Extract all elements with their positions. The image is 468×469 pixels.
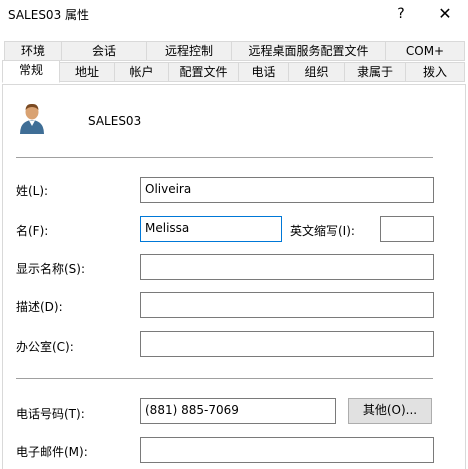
tab-member-of[interactable]: 隶属于 (344, 62, 406, 82)
email-label: 电子邮件(M): (16, 445, 88, 459)
tab-profile[interactable]: 配置文件 (168, 62, 239, 82)
office-field[interactable] (140, 331, 434, 357)
help-button[interactable]: ? (384, 0, 418, 30)
user-icon (20, 103, 44, 134)
phone-label: 电话号码(T): (16, 407, 85, 421)
separator (16, 378, 433, 379)
office-label: 办公室(C): (16, 340, 74, 354)
separator (16, 157, 433, 158)
description-label: 描述(D): (16, 300, 63, 314)
first-name-label: 名(F): (16, 224, 49, 238)
phone-field[interactable]: (881) 885-7069 (140, 398, 336, 424)
display-name-label: 显示名称(S): (16, 262, 86, 276)
initials-field[interactable] (380, 216, 434, 242)
tab-rds-profile[interactable]: 远程桌面服务配置文件 (231, 41, 386, 61)
last-name-field[interactable]: Oliveira (140, 177, 434, 203)
first-name-field[interactable]: Melissa (140, 216, 282, 242)
email-field[interactable] (140, 437, 434, 463)
other-phones-button[interactable]: 其他(O)... (348, 398, 432, 424)
initials-label: 英文缩写(I): (290, 224, 355, 238)
tab-dial-in[interactable]: 拨入 (405, 62, 465, 82)
tab-address[interactable]: 地址 (59, 62, 115, 82)
tab-com-plus[interactable]: COM+ (385, 41, 465, 61)
tab-sessions[interactable]: 会话 (61, 41, 147, 61)
tab-telephones[interactable]: 电话 (238, 62, 289, 82)
tab-organization[interactable]: 组织 (288, 62, 345, 82)
window-title: SALES03 属性 (8, 8, 90, 22)
display-name-field[interactable] (140, 254, 434, 280)
tab-account[interactable]: 帐户 (114, 62, 169, 82)
tab-remote-control[interactable]: 远程控制 (146, 41, 232, 61)
tab-environment[interactable]: 环境 (4, 41, 62, 61)
tab-general[interactable]: 常规 (2, 60, 60, 83)
title-bar: SALES03 属性 ? ✕ (0, 0, 468, 30)
last-name-label: 姓(L): (16, 184, 49, 198)
description-field[interactable] (140, 292, 434, 318)
close-button[interactable]: ✕ (428, 0, 462, 30)
user-display-name: SALES03 (88, 114, 142, 128)
